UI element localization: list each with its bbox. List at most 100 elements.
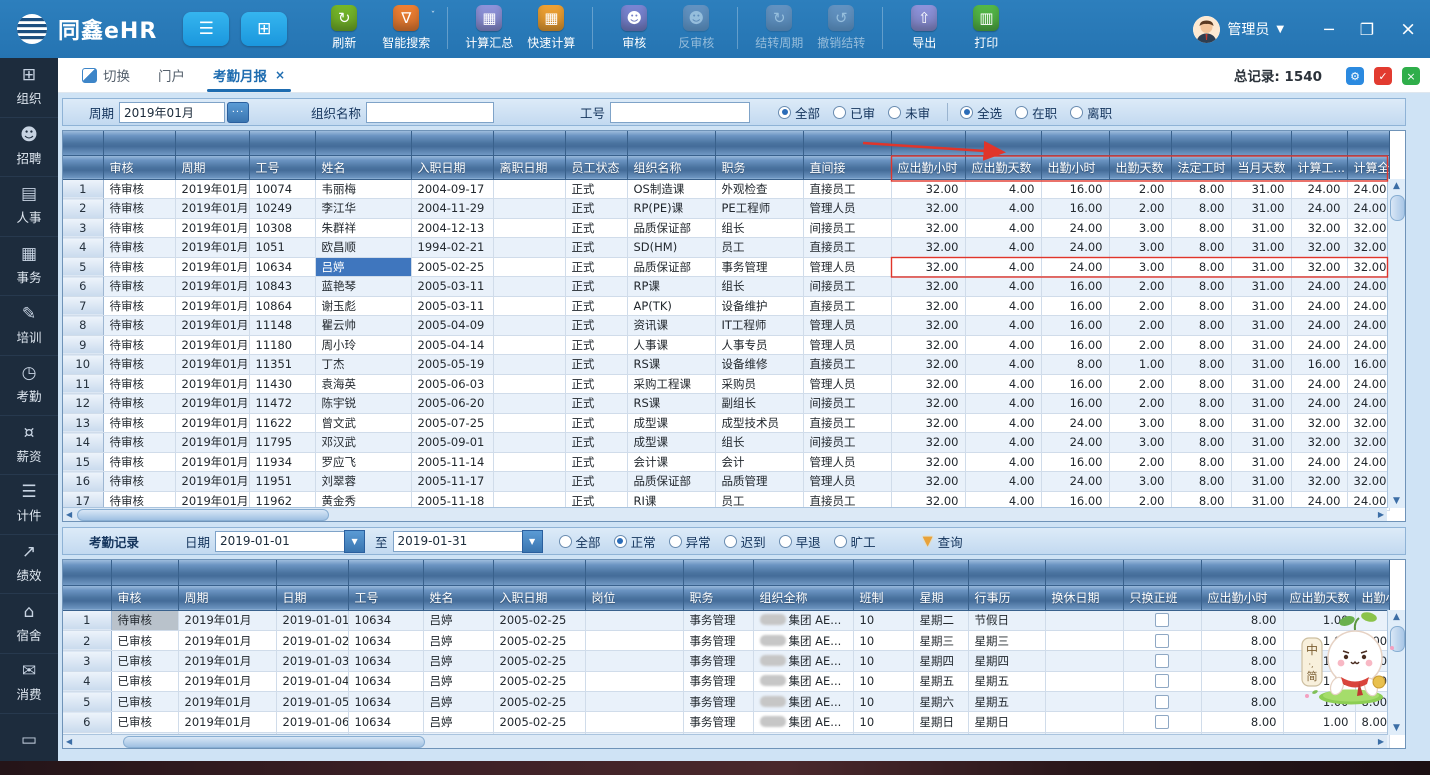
- cell[interactable]: 11180: [249, 335, 315, 355]
- row-number-cell[interactable]: 6: [63, 712, 111, 732]
- cell[interactable]: 2019年01月: [178, 712, 276, 732]
- cell[interactable]: 星期五: [968, 692, 1045, 712]
- scroll-thumb[interactable]: [1390, 626, 1405, 652]
- cell[interactable]: 1.00: [1283, 651, 1355, 671]
- cell[interactable]: 32.00: [891, 355, 965, 375]
- cell[interactable]: 8.00: [1171, 277, 1231, 297]
- cell[interactable]: 待审核: [103, 218, 175, 238]
- main-grid-vscrollbar[interactable]: ▲ ▼: [1387, 179, 1405, 508]
- cell[interactable]: 4.00: [965, 296, 1041, 316]
- cell[interactable]: 16.00: [1041, 394, 1109, 414]
- cell[interactable]: 8.00: [1041, 355, 1109, 375]
- cell[interactable]: [1123, 651, 1201, 671]
- cell[interactable]: 32.00: [1347, 257, 1389, 277]
- cell[interactable]: 2019年01月: [178, 610, 276, 630]
- checkbox[interactable]: [1155, 695, 1169, 709]
- cell[interactable]: 2005-05-19: [411, 355, 493, 375]
- cell[interactable]: 10: [853, 712, 913, 732]
- cell[interactable]: [493, 316, 565, 336]
- maximize-button[interactable]: ❐: [1360, 20, 1374, 39]
- cell[interactable]: 2019年01月: [178, 630, 276, 650]
- cell[interactable]: 2005-02-25: [493, 671, 585, 691]
- cell[interactable]: 10: [853, 610, 913, 630]
- cell[interactable]: 待审核: [103, 257, 175, 277]
- column-header[interactable]: 应出勤天数: [965, 155, 1041, 179]
- date-from-input[interactable]: [215, 531, 345, 552]
- cell[interactable]: 2019年01月: [178, 671, 276, 691]
- cell[interactable]: 8.00: [1355, 671, 1389, 691]
- cell[interactable]: 24.00: [1041, 472, 1109, 492]
- cell[interactable]: 10: [853, 671, 913, 691]
- cell[interactable]: 已审核: [111, 651, 178, 671]
- cell[interactable]: 32.00: [891, 452, 965, 472]
- audit-radio-audited[interactable]: 已审: [833, 103, 875, 122]
- cell[interactable]: 2005-09-01: [411, 433, 493, 453]
- cell[interactable]: 31.00: [1231, 355, 1291, 375]
- cell[interactable]: 31.00: [1231, 472, 1291, 492]
- cell[interactable]: [493, 355, 565, 375]
- cell[interactable]: [1123, 712, 1201, 732]
- cell[interactable]: [493, 452, 565, 472]
- cell[interactable]: 2.00: [1109, 374, 1171, 394]
- cell[interactable]: 组长: [715, 433, 803, 453]
- cell[interactable]: 31.00: [1231, 433, 1291, 453]
- cell[interactable]: 24.00: [1041, 413, 1109, 433]
- red-badge-icon[interactable]: ✓: [1374, 67, 1392, 85]
- cell[interactable]: 3.00: [1109, 472, 1171, 492]
- cell[interactable]: [585, 610, 683, 630]
- cell[interactable]: 待审核: [103, 199, 175, 219]
- cell[interactable]: 31.00: [1231, 316, 1291, 336]
- scroll-left-icon[interactable]: ◀: [66, 735, 72, 748]
- cell[interactable]: 星期日: [913, 712, 968, 732]
- cell[interactable]: 2019年01月: [175, 296, 249, 316]
- cell[interactable]: 星期五: [913, 671, 968, 691]
- cell[interactable]: 集团 AE...: [753, 692, 853, 712]
- sidebar-item-hr[interactable]: ▤人事: [0, 177, 58, 237]
- cell[interactable]: 正式: [565, 296, 627, 316]
- scroll-down-icon[interactable]: ▼: [1388, 723, 1405, 733]
- cell[interactable]: 集团 AE...: [753, 651, 853, 671]
- cell[interactable]: 16.00: [1041, 277, 1109, 297]
- cell[interactable]: 4.00: [965, 472, 1041, 492]
- cell[interactable]: 待审核: [103, 355, 175, 375]
- cell[interactable]: 邓汉武: [315, 433, 411, 453]
- column-header[interactable]: 岗位: [585, 585, 683, 610]
- cell[interactable]: 32.00: [1347, 218, 1389, 238]
- cell[interactable]: 8.00: [1201, 610, 1283, 630]
- cell[interactable]: 管理人员: [803, 374, 891, 394]
- cell[interactable]: 8.00: [1171, 218, 1231, 238]
- cell[interactable]: 2019-01-02: [276, 630, 348, 650]
- cell[interactable]: 2005-03-11: [411, 277, 493, 297]
- status-radio-all[interactable]: 全部: [559, 532, 601, 551]
- cell[interactable]: 2005-02-25: [493, 630, 585, 650]
- cell[interactable]: 间接员工: [803, 394, 891, 414]
- column-header[interactable]: 入职日期: [411, 155, 493, 179]
- cell[interactable]: 品质保证部: [627, 472, 715, 492]
- cell[interactable]: 8.00: [1355, 692, 1389, 712]
- cell[interactable]: 32.00: [1291, 257, 1347, 277]
- cell[interactable]: 曾文武: [315, 413, 411, 433]
- cell[interactable]: 4.00: [965, 433, 1041, 453]
- cell[interactable]: 周小玲: [315, 335, 411, 355]
- cell[interactable]: 罗应飞: [315, 452, 411, 472]
- cell[interactable]: 24.00: [1347, 316, 1389, 336]
- cell[interactable]: 16.00: [1041, 199, 1109, 219]
- cell[interactable]: 10864: [249, 296, 315, 316]
- cell[interactable]: 24.00: [1291, 316, 1347, 336]
- scroll-down-icon[interactable]: ▼: [1388, 496, 1405, 506]
- cell[interactable]: [493, 179, 565, 199]
- column-header[interactable]: 职务: [715, 155, 803, 179]
- cell[interactable]: 32.00: [1347, 413, 1389, 433]
- cell[interactable]: 24.00: [1291, 179, 1347, 199]
- cell[interactable]: 11148: [249, 316, 315, 336]
- quick-calc-button[interactable]: ▦快速计算: [520, 5, 582, 51]
- cell[interactable]: 4.00: [965, 394, 1041, 414]
- cell[interactable]: 8.00: [1171, 472, 1231, 492]
- cell[interactable]: 2019年01月: [178, 692, 276, 712]
- cell[interactable]: 成型课: [627, 433, 715, 453]
- smart-search-button[interactable]: ∇ˇ智能搜索: [375, 5, 437, 51]
- cell[interactable]: 外观检查: [715, 179, 803, 199]
- row-number-cell[interactable]: 1: [63, 179, 103, 199]
- cell[interactable]: 24.00: [1291, 335, 1347, 355]
- cell[interactable]: 16.00: [1347, 355, 1389, 375]
